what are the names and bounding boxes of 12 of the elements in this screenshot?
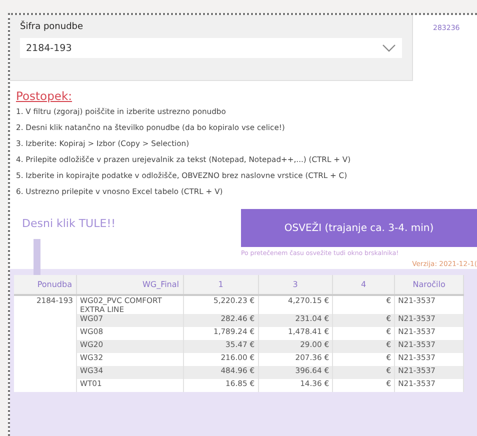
hint-text: Desni klik TULE!! — [21, 216, 116, 232]
offer-dropdown[interactable]: 2184-193 — [20, 38, 402, 58]
filter-label: Šifra ponudbe — [20, 22, 84, 32]
column-header[interactable]: Ponudba — [14, 275, 76, 295]
column-header[interactable]: Naročilo — [394, 275, 464, 295]
column-header[interactable]: 4 — [332, 275, 395, 295]
column-header[interactable]: 1 — [184, 275, 258, 295]
chevron-down-icon — [382, 44, 396, 52]
column-header[interactable]: 3 — [258, 275, 333, 295]
refresh-button[interactable]: OSVEŽI (trajanje ca. 3-4. min) — [241, 209, 477, 247]
column-header[interactable]: WG_Final — [76, 275, 184, 295]
instructions-title: Postopek: — [16, 89, 72, 103]
